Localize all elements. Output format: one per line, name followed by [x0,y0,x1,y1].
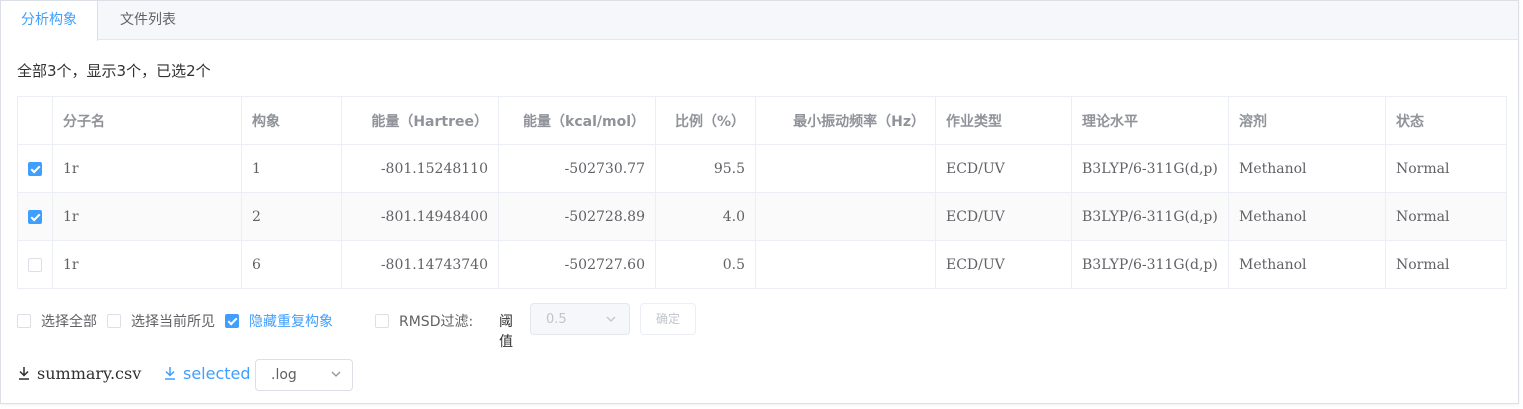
select-all-label: 选择全部 [41,314,97,330]
cell-job-type: ECD/UV [935,240,1072,289]
table-row[interactable]: 1r 2 -801.14948400 -502728.89 4.0 ECD/UV… [17,192,1507,241]
conformer-table: 分子名 构象 能量（Hartree） 能量（kcal/mol） 比例（%） 最小… [17,96,1507,289]
header-theory-level[interactable]: 理论水平 [1071,96,1229,145]
select-visible-checkbox[interactable]: 选择当前所见 [107,311,215,331]
cell-solvent: Methanol [1228,240,1386,289]
cell-conformer: 2 [241,192,342,241]
tab-file-list[interactable]: 文件列表 [98,1,198,40]
cell-min-frequency [755,240,936,289]
cell-status: Normal [1385,192,1507,241]
table-row[interactable]: 1r 1 -801.15248110 -502730.77 95.5 ECD/U… [17,144,1507,193]
checkbox-box[interactable] [107,314,121,328]
row-checkbox-cell[interactable] [17,192,53,241]
select-visible-label: 选择当前所见 [131,314,215,330]
row-checkbox[interactable] [28,257,42,272]
checkbox-box[interactable] [225,314,239,328]
threshold-value: 0.5 [546,312,567,327]
header-ratio[interactable]: 比例（%） [655,96,756,145]
tab-bar: 分析构象 文件列表 [1,1,1518,41]
cell-energy-kcal: -502730.77 [498,144,656,193]
download-icon [17,365,31,381]
table-header-row: 分子名 构象 能量（Hartree） 能量（kcal/mol） 比例（%） 最小… [17,96,1507,145]
select-all-checkbox[interactable]: 选择全部 [17,311,97,331]
chevron-down-icon [605,312,617,330]
hide-duplicates-checkbox[interactable]: 隐藏重复构象 [225,311,333,331]
header-status[interactable]: 状态 [1385,96,1507,145]
header-solvent[interactable]: 溶剂 [1228,96,1386,145]
row-checkbox-cell[interactable] [17,240,53,289]
header-energy-kcal[interactable]: 能量（kcal/mol） [498,96,656,145]
cell-ratio: 0.5 [655,240,756,289]
threshold-select: 0.5 [530,303,630,335]
cell-min-frequency [755,144,936,193]
cell-molecule-name: 1r [52,192,242,241]
cell-molecule-name: 1r [52,240,242,289]
cell-theory-level: B3LYP/6-311G(d,p) [1071,144,1229,193]
cell-ratio: 95.5 [655,144,756,193]
table-row[interactable]: 1r 6 -801.14743740 -502727.60 0.5 ECD/UV… [17,240,1507,289]
download-selected-link[interactable]: selected [163,364,251,383]
cell-job-type: ECD/UV [935,144,1072,193]
cell-solvent: Methanol [1228,144,1386,193]
checkbox-box[interactable] [375,314,389,328]
file-extension-select[interactable]: .log [255,359,353,391]
hide-duplicates-label: 隐藏重复构象 [249,314,333,330]
row-checkbox[interactable] [28,209,42,224]
cell-job-type: ECD/UV [935,192,1072,241]
download-summary-link[interactable]: summary.csv [17,364,141,383]
rmsd-filter-label: RMSD过滤: [399,314,474,330]
cell-conformer: 1 [241,144,342,193]
row-checkbox-cell[interactable] [17,144,53,193]
cell-energy-kcal: -502727.60 [498,240,656,289]
checkbox-box[interactable] [17,314,31,328]
header-min-frequency[interactable]: 最小振动频率（Hz） [755,96,936,145]
cell-energy-hartree: -801.14743740 [341,240,499,289]
header-energy-hartree[interactable]: 能量（Hartree） [341,96,499,145]
cell-theory-level: B3LYP/6-311G(d,p) [1071,192,1229,241]
file-extension-value: .log [271,367,297,383]
header-conformer[interactable]: 构象 [241,96,342,145]
header-job-type[interactable]: 作业类型 [935,96,1072,145]
threshold-label: 阈值 [499,314,513,350]
cell-energy-kcal: -502728.89 [498,192,656,241]
cell-energy-hartree: -801.14948400 [341,192,499,241]
cell-min-frequency [755,192,936,241]
cell-ratio: 4.0 [655,192,756,241]
cell-molecule-name: 1r [52,144,242,193]
cell-theory-level: B3LYP/6-311G(d,p) [1071,240,1229,289]
chevron-down-icon [330,367,342,385]
download-icon [163,365,177,381]
header-molecule-name[interactable]: 分子名 [52,96,242,145]
confirm-button: 确定 [640,303,696,335]
row-checkbox[interactable] [28,161,42,176]
header-select [17,96,53,145]
cell-conformer: 6 [241,240,342,289]
cell-energy-hartree: -801.15248110 [341,144,499,193]
cell-status: Normal [1385,144,1507,193]
cell-solvent: Methanol [1228,192,1386,241]
tab-analyze-conformers[interactable]: 分析构象 [1,1,98,41]
download-selected-label: selected [183,364,251,383]
cell-status: Normal [1385,240,1507,289]
conformer-panel: 分析构象 文件列表 全部3个，显示3个，已选2个 分子名 构象 能量（Hartr… [0,0,1519,404]
download-summary-label: summary.csv [37,364,142,383]
rmsd-filter-checkbox[interactable]: RMSD过滤: [375,311,473,331]
selection-summary: 全部3个，显示3个，已选2个 [17,62,211,80]
